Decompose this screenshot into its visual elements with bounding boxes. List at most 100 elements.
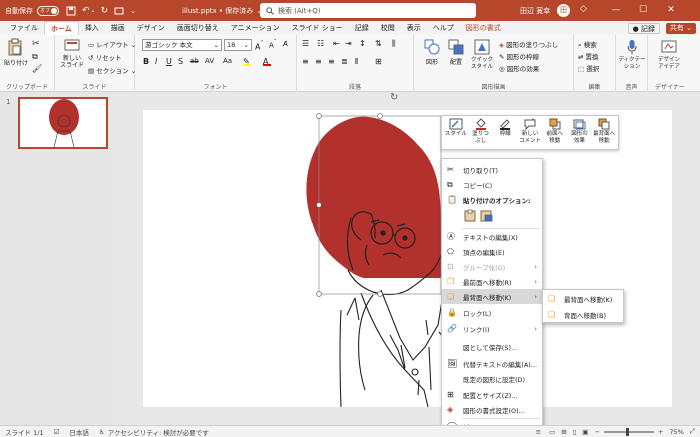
new-comment-button[interactable]: 新しい コメント: [518, 118, 542, 147]
font-name-select[interactable]: 游ゴシック 本文 ⌄: [142, 39, 222, 51]
numbering-icon[interactable]: ☷: [317, 39, 324, 48]
smartart-icon[interactable]: ⊞: [375, 57, 382, 66]
align-right-icon[interactable]: ≡: [328, 57, 335, 66]
cut-icon[interactable]: ✂: [32, 39, 40, 49]
maximize-button[interactable]: ☐: [632, 0, 654, 21]
menu-edit-alt-text[interactable]: 🖼 代替テキストの編集(A)...: [442, 356, 542, 371]
font-size-select[interactable]: 18 ⌄: [224, 39, 252, 51]
zoom-out-icon[interactable]: −: [594, 428, 599, 436]
autosave-toggle[interactable]: オフ: [37, 5, 59, 16]
italic-icon[interactable]: I: [155, 57, 157, 66]
tab-home[interactable]: ホーム: [44, 21, 79, 35]
zoom-level[interactable]: 75%: [669, 428, 683, 436]
menu-edit-text[interactable]: Ⓐ テキストの編集(X): [442, 229, 542, 244]
accessibility-status[interactable]: アクセシビリティ: 検討が必要です: [108, 427, 209, 437]
menu-cut[interactable]: ✂ 切り取り(T): [442, 162, 542, 177]
clear-format-icon[interactable]: A̸: [283, 40, 288, 48]
slide-sorter-icon[interactable]: ⊞: [561, 428, 566, 436]
tab-slideshow[interactable]: スライド ショー: [286, 21, 349, 35]
tab-draw[interactable]: 描画: [105, 21, 131, 35]
redo-icon[interactable]: ↻: [101, 6, 109, 16]
outline-button[interactable]: 枠線: [493, 118, 517, 147]
style-button[interactable]: スタイル: [444, 118, 468, 147]
paste-option-picture[interactable]: [480, 209, 493, 222]
rotate-handle-icon[interactable]: ↻: [390, 92, 398, 103]
zoom-slider[interactable]: [603, 427, 654, 436]
tab-transitions[interactable]: 画面切り替え: [171, 21, 225, 35]
shrink-font-icon[interactable]: Aˇ: [269, 40, 277, 49]
shape-fill-button[interactable]: ◈ 図形の塗りつぶし: [499, 39, 558, 49]
submenu-send-backward[interactable]: ❏ 背面へ移動(B): [543, 307, 623, 322]
paste-button[interactable]: 貼り付け: [4, 38, 28, 67]
notes-icon[interactable]: ≡: [536, 428, 541, 436]
bullets-icon[interactable]: ☰: [302, 39, 309, 48]
dictate-button[interactable]: ディクテー ション: [618, 39, 646, 70]
fit-slide-icon[interactable]: ⤢: [690, 427, 695, 436]
tab-review[interactable]: 校閲: [375, 21, 401, 35]
bold-icon[interactable]: B: [143, 57, 149, 66]
tab-shape-format[interactable]: 図形の書式: [460, 21, 507, 35]
shapes-button[interactable]: 図形: [422, 39, 442, 66]
share-button[interactable]: 共有 ⌄: [665, 23, 696, 34]
quick-styles-button[interactable]: クイック スタイル: [470, 39, 494, 70]
tab-animations[interactable]: アニメーション: [225, 21, 286, 35]
avatar[interactable]: 田: [557, 4, 570, 17]
save-icon[interactable]: [66, 6, 76, 16]
bring-forward-button[interactable]: 前面へ 移動: [543, 118, 567, 147]
find-button[interactable]: ⌕ 検索: [578, 39, 597, 50]
replace-button[interactable]: ⇄ 置換: [578, 51, 599, 61]
underline-icon[interactable]: U: [166, 57, 172, 66]
tab-record[interactable]: 記録: [349, 21, 375, 35]
text-direction-icon[interactable]: ⇅: [375, 39, 382, 48]
grow-font-icon[interactable]: Aˆ: [255, 40, 264, 52]
menu-set-default-shape[interactable]: 既定の図形に設定(D): [442, 371, 542, 386]
align-text-icon[interactable]: ⫼: [392, 39, 396, 49]
fill-button[interactable]: 塗りつ ぶし: [469, 118, 493, 147]
present-icon[interactable]: [114, 6, 124, 16]
align-center-icon[interactable]: ≡: [315, 57, 322, 66]
tab-help[interactable]: ヘルプ: [427, 21, 460, 35]
line-spacing-icon[interactable]: ↕: [359, 39, 366, 48]
select-button[interactable]: ⬚ 選択: [578, 63, 599, 73]
selected-shape[interactable]: [306, 116, 441, 279]
design-ideas-button[interactable]: デザイン アイデア: [654, 39, 684, 70]
menu-bring-to-front[interactable]: ❐ 最前面へ移動(R) ›: [442, 274, 542, 289]
undo-dropdown-icon[interactable]: ⌄: [91, 7, 96, 14]
search-box[interactable]: 検索 (Alt+Q): [260, 3, 476, 18]
menu-link[interactable]: 🔗 リンク(I) ›: [442, 321, 542, 336]
tab-insert[interactable]: 挿入: [79, 21, 105, 35]
new-slide-button[interactable]: 新しい スライド: [59, 39, 85, 69]
tab-design[interactable]: デザイン: [131, 21, 171, 35]
submenu-send-to-back[interactable]: ❏ 最背面へ移動(K): [543, 291, 623, 306]
send-to-back-mini-button[interactable]: 最背面へ 移動: [592, 118, 616, 147]
strikethrough-icon[interactable]: ab: [190, 57, 199, 65]
menu-send-to-back[interactable]: ❏ 最背面へ移動(K) ›: [442, 289, 542, 304]
menu-copy[interactable]: ⧉ コピー(C): [442, 177, 542, 192]
shape-effects-mini-button[interactable]: 図形の 効果: [568, 118, 592, 147]
menu-group[interactable]: ⊡ グループ化(G) ›: [442, 259, 542, 274]
font-color-icon[interactable]: A: [263, 57, 271, 66]
tab-view[interactable]: 表示: [401, 21, 427, 35]
customize-qat-icon[interactable]: ⌄: [130, 7, 136, 15]
zoom-in-icon[interactable]: +: [658, 428, 663, 436]
format-painter-icon[interactable]: 🖌: [32, 64, 42, 73]
columns-icon[interactable]: ⫴: [355, 57, 358, 67]
menu-save-as-picture[interactable]: 図として保存(S)...: [442, 339, 542, 354]
undo-icon[interactable]: ↶: [82, 6, 90, 16]
reading-view-icon[interactable]: ▯: [573, 428, 577, 436]
spellcheck-icon[interactable]: ☑: [54, 428, 60, 436]
copy-icon[interactable]: ⧉: [32, 52, 38, 62]
menu-size-position[interactable]: ⊞ 配置とサイズ(Z)...: [442, 387, 542, 402]
layout-button[interactable]: ▭ レイアウト ⌄: [88, 39, 136, 49]
slideshow-view-icon[interactable]: ▣: [582, 428, 588, 436]
change-case-icon[interactable]: Aa: [223, 57, 232, 65]
normal-view-icon[interactable]: ▭: [549, 428, 555, 436]
zoom-slider-thumb[interactable]: [625, 427, 629, 436]
highlight-icon[interactable]: ✎: [243, 57, 251, 66]
paste-option-keep-source[interactable]: [464, 209, 477, 222]
language-status[interactable]: 日本語: [69, 427, 89, 437]
justify-icon[interactable]: ≣: [341, 57, 348, 66]
shadow-icon[interactable]: S: [178, 57, 183, 66]
slide-canvas[interactable]: [143, 110, 672, 407]
document-title[interactable]: illust.pptx • 保存済み: [182, 6, 253, 16]
